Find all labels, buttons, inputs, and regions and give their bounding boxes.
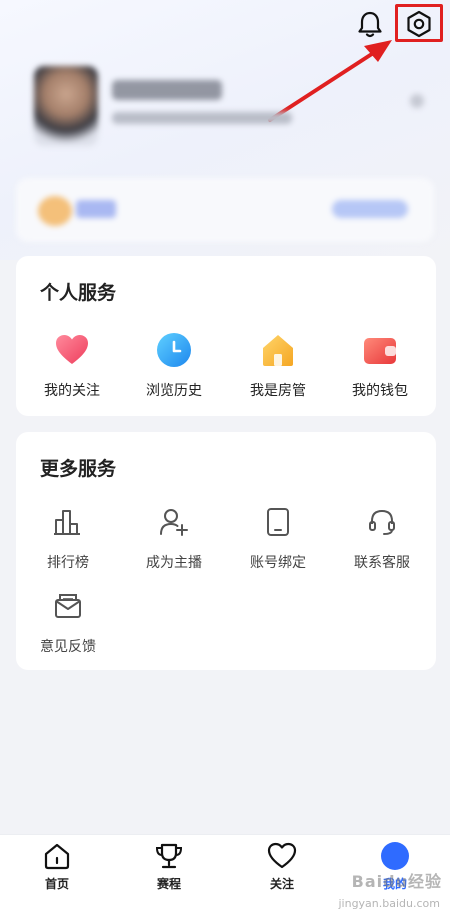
service-my-follow[interactable]: 我的关注 [22,330,122,400]
home-icon [42,841,72,871]
tab-label: 赛程 [156,877,181,891]
service-label: 我的钱包 [352,383,408,399]
service-ranking[interactable]: 排行榜 [18,502,118,572]
wallet-icon [360,330,400,370]
headset-icon [362,502,402,542]
tab-follow[interactable]: 关注 [237,841,327,892]
personal-services-card: 个人服务 我的关注 浏览历史 我是房管 我的钱包 [16,256,436,416]
tab-home[interactable]: 首页 [12,841,102,892]
mail-icon [48,586,88,626]
membership-label-blurred [76,200,116,218]
watermark: Baidu经验 [351,872,442,891]
bottom-tab-bar: 首页 赛程 关注 我的 Baidu经验 jingyan.baidu.com [0,834,450,920]
user-profile[interactable] [28,62,428,152]
house-icon [258,330,298,370]
service-become-streamer[interactable]: 成为主播 [124,502,224,572]
more-services-card: 更多服务 排行榜 成为主播 账号绑定 联系客服 意见反馈 [16,432,436,670]
add-user-icon [154,502,194,542]
service-feedback[interactable]: 意见反馈 [18,586,118,656]
service-room-admin[interactable]: 我是房管 [228,330,328,400]
personal-services-title: 个人服务 [40,282,117,304]
ranking-icon [48,502,88,542]
service-label: 意见反馈 [40,639,96,655]
service-label: 排行榜 [47,555,89,571]
heart-outline-icon [267,841,297,871]
me-icon [380,841,410,871]
tablet-icon [258,502,298,542]
membership-button-blurred[interactable] [332,200,408,218]
service-label: 账号绑定 [250,555,306,571]
service-customer-support[interactable]: 联系客服 [332,502,432,572]
tab-schedule[interactable]: 赛程 [124,841,214,892]
watermark-url: jingyan.baidu.com [338,897,440,910]
service-wallet[interactable]: 我的钱包 [330,330,430,400]
avatar[interactable] [34,66,98,146]
tab-label: 关注 [269,877,294,891]
service-label: 联系客服 [354,555,410,571]
clock-icon [154,330,194,370]
service-label: 浏览历史 [146,383,202,399]
chevron-right-icon [410,94,424,108]
service-label: 成为主播 [146,555,202,571]
service-account-binding[interactable]: 账号绑定 [228,502,328,572]
heart-icon [52,330,92,370]
service-label: 我是房管 [250,383,306,399]
trophy-icon [154,841,184,871]
settings-highlight-box [395,4,443,42]
user-info-blurred [112,112,292,124]
service-history[interactable]: 浏览历史 [124,330,224,400]
membership-card[interactable] [16,178,434,242]
service-label: 我的关注 [44,383,100,399]
membership-icon [38,196,72,226]
more-services-title: 更多服务 [40,458,117,480]
user-name-blurred [112,80,222,100]
tab-label: 首页 [44,877,69,891]
